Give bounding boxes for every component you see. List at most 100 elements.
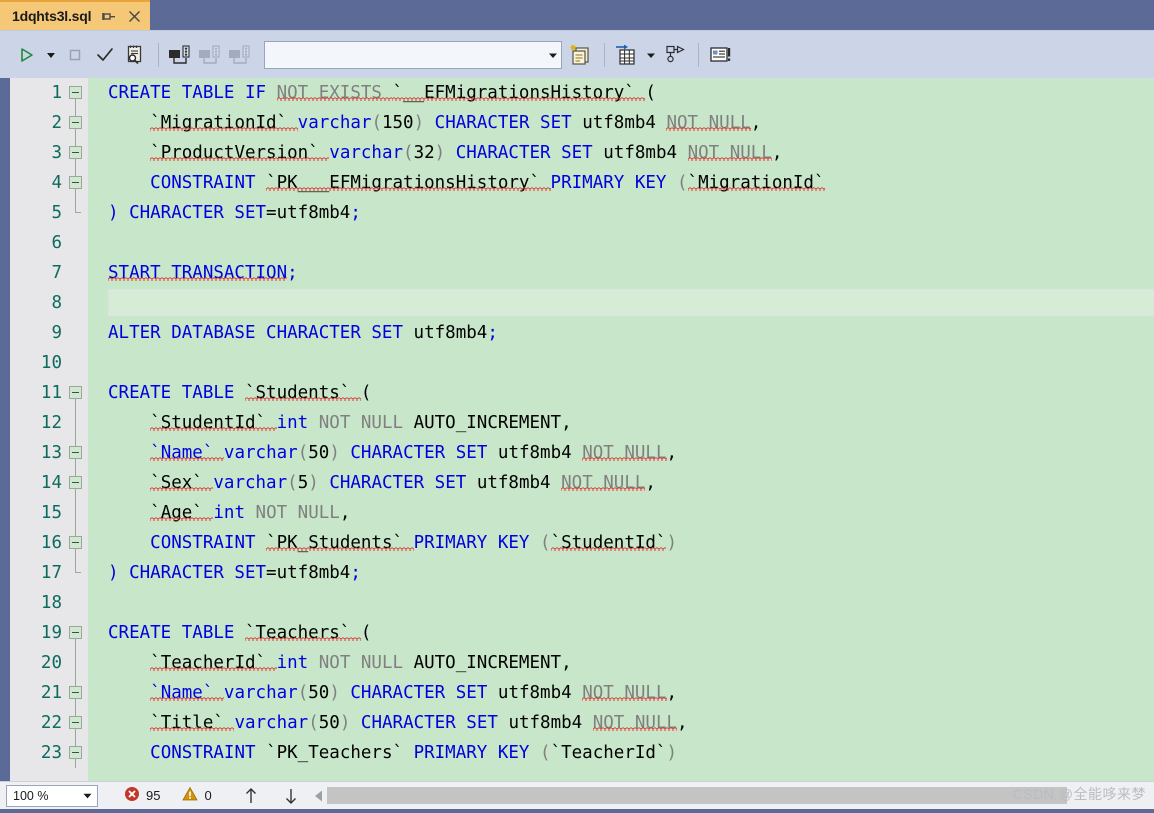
code-token: 50: [308, 443, 330, 463]
code-line[interactable]: 3 `ProductVersion` varchar(32) CHARACTER…: [51, 138, 1154, 168]
code-token: CHARACTER SET: [445, 143, 604, 163]
code-line[interactable]: 15 `Age` int NOT NULL,: [41, 498, 1154, 528]
pin-icon[interactable]: [100, 8, 117, 25]
code-line[interactable]: 14 `Sex` varchar(5) CHARACTER SET utf8mb…: [41, 468, 1154, 498]
code-line[interactable]: 18: [41, 588, 1154, 618]
line-number: 10: [40, 353, 62, 373]
fold-glyph[interactable]: [66, 78, 86, 108]
code-line[interactable]: 17) CHARACTER SET=utf8mb4;: [41, 558, 1154, 588]
code-line[interactable]: 11 CREATE TABLE `Students` (: [41, 378, 1154, 408]
stop-query-button[interactable]: [61, 41, 89, 69]
code-lines-container[interactable]: 1 CREATE TABLE IF NOT EXISTS `__EFMigrati…: [41, 78, 1154, 781]
code-line-text: `Sex` varchar(5) CHARACTER SET utf8mb4 N…: [108, 468, 656, 498]
previous-issue-arrow-up-icon[interactable]: [238, 783, 264, 809]
code-token: ,: [750, 113, 762, 133]
tab-sql-file[interactable]: 1dqhts3l.sql: [0, 0, 151, 30]
toolbar-separator-1: [158, 42, 159, 67]
code-line[interactable]: 19 CREATE TABLE `Teachers` (: [41, 618, 1154, 648]
code-line[interactable]: 9 ALTER DATABASE CHARACTER SET utf8mb4;: [51, 318, 1154, 348]
line-number: 17: [40, 563, 62, 583]
parse-query-button[interactable]: [91, 41, 119, 69]
warning-count-indicator[interactable]: 0: [182, 786, 212, 805]
code-token: PRIMARY KEY: [413, 743, 541, 763]
code-line[interactable]: 21 `Name` varchar(50) CHARACTER SET utf8…: [41, 678, 1154, 708]
database-selector-combo[interactable]: [264, 40, 562, 69]
connect-button[interactable]: [166, 41, 194, 69]
code-token: varchar: [329, 143, 404, 163]
code-line-text: `MigrationId` varchar(150) CHARACTER SET…: [108, 108, 761, 138]
code-token: int: [276, 413, 319, 433]
code-token: ): [339, 713, 351, 733]
code-line[interactable]: 4 CONSTRAINT `PK___EFMigrationsHistory` …: [51, 168, 1154, 198]
horizontal-scrollbar[interactable]: [312, 785, 1067, 807]
fold-glyph[interactable]: [66, 468, 86, 498]
code-line[interactable]: 6: [51, 228, 1154, 258]
results-dropdown-icon[interactable]: [642, 41, 659, 69]
execute-dropdown-icon[interactable]: [42, 41, 59, 69]
code-line[interactable]: 2 `MigrationId` varchar(150) CHARACTER S…: [51, 108, 1154, 138]
code-token: CHARACTER SET: [339, 443, 498, 463]
query-designer-icon[interactable]: [121, 41, 149, 69]
chevron-down-icon[interactable]: [544, 50, 561, 60]
results-to-grid-button[interactable]: [612, 41, 640, 69]
code-token: IF: [244, 83, 277, 103]
code-token: ;: [350, 563, 361, 583]
fold-glyph[interactable]: [66, 378, 86, 408]
code-token: AUTO_INCREMENT: [413, 413, 562, 433]
code-line[interactable]: 10: [41, 348, 1154, 378]
code-line-text: CONSTRAINT `PK_Students` PRIMARY KEY (`S…: [108, 528, 677, 558]
error-count-indicator[interactable]: 95: [124, 786, 160, 805]
fold-glyph[interactable]: [66, 108, 86, 138]
code-line[interactable]: 12 `StudentId` int NOT NULL AUTO_INCREME…: [41, 408, 1154, 438]
code-line[interactable]: 7 START TRANSACTION;: [51, 258, 1154, 288]
code-token: int: [276, 653, 319, 673]
chevron-down-icon[interactable]: [83, 789, 92, 803]
include-execution-plan-button[interactable]: [661, 41, 689, 69]
fold-glyph[interactable]: [66, 438, 86, 468]
code-line-text: START TRANSACTION;: [108, 258, 298, 288]
execute-query-button[interactable]: [12, 41, 40, 69]
code-line[interactable]: 13 `Name` varchar(50) CHARACTER SET utf8…: [41, 438, 1154, 468]
fold-glyph[interactable]: [66, 708, 86, 738]
fold-glyph[interactable]: [66, 738, 86, 768]
line-number: 6: [51, 233, 62, 253]
change-connection-button[interactable]: [226, 41, 254, 69]
fold-glyph[interactable]: [66, 528, 86, 558]
code-line[interactable]: 22 `Title` varchar(50) CHARACTER SET utf…: [41, 708, 1154, 738]
scrollbar-thumb[interactable]: [326, 787, 1067, 804]
code-line[interactable]: 5) CHARACTER SET=utf8mb4;: [51, 198, 1154, 228]
next-issue-arrow-down-icon[interactable]: [278, 783, 304, 809]
line-number: 8: [51, 293, 62, 313]
code-token: NOT NULL: [318, 653, 414, 673]
line-number: 21: [40, 683, 62, 703]
code-line[interactable]: 16 CONSTRAINT `PK_Students` PRIMARY KEY …: [41, 528, 1154, 558]
window-bottom-edge: [0, 809, 1154, 813]
code-token: utf8mb4: [508, 713, 593, 733]
scroll-left-arrow-icon[interactable]: [312, 787, 327, 805]
close-icon[interactable]: [126, 8, 143, 25]
disconnect-button[interactable]: [196, 41, 224, 69]
new-query-button[interactable]: [567, 41, 595, 69]
fold-glyph[interactable]: [66, 678, 86, 708]
code-token: `PK_Students`: [266, 533, 414, 553]
line-number: 23: [40, 743, 62, 763]
code-token: utf8mb4: [476, 473, 562, 493]
code-line[interactable]: 20 `TeacherId` int NOT NULL AUTO_INCREME…: [41, 648, 1154, 678]
code-token: int: [213, 503, 256, 523]
zoom-level-combo[interactable]: 100 %: [6, 784, 98, 807]
sql-editor-window: 1dqhts3l.sql 1 CREATE TABLE IF NOT EXIST…: [0, 0, 1154, 813]
code-editor[interactable]: 1 CREATE TABLE IF NOT EXISTS `__EFMigrati…: [0, 78, 1154, 781]
code-line[interactable]: 23 CONSTRAINT `PK_Teachers` PRIMARY KEY …: [41, 738, 1154, 768]
code-token: ,: [677, 713, 688, 733]
code-token: varchar: [223, 683, 298, 703]
error-icon: [124, 786, 140, 805]
fold-glyph[interactable]: [66, 618, 86, 648]
results-to-text-button[interactable]: [706, 41, 734, 69]
fold-glyph[interactable]: [66, 138, 86, 168]
code-line[interactable]: 8: [51, 288, 1154, 318]
code-token: ,: [561, 653, 572, 673]
code-line[interactable]: 1 CREATE TABLE IF NOT EXISTS `__EFMigrati…: [51, 78, 1154, 108]
code-token: START TRANSACTION: [108, 263, 288, 283]
fold-glyph[interactable]: [66, 168, 86, 198]
code-token: CHARACTER SET: [318, 473, 477, 493]
